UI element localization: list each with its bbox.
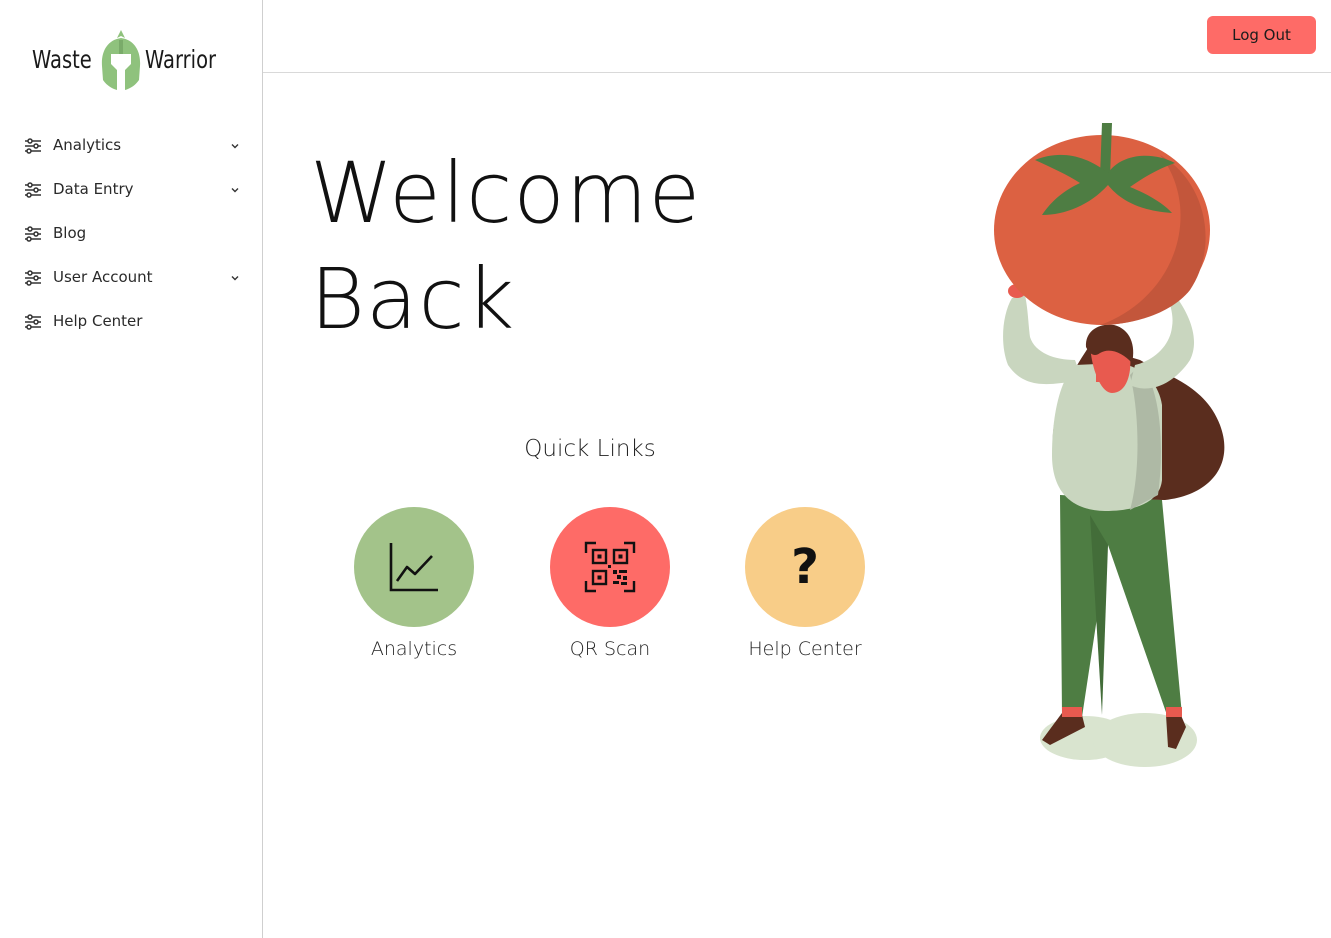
chevron-down-icon[interactable] [230, 185, 240, 195]
sidebar-item-label: Analytics [53, 136, 122, 154]
chevron-down-icon[interactable] [230, 273, 240, 283]
quick-link-label: QR Scan [569, 638, 651, 660]
sliders-icon [25, 182, 41, 198]
sliders-icon [25, 314, 41, 330]
sidebar: Waste Warrior Analytics Data Entry Blog … [0, 0, 263, 938]
brand-logo[interactable]: Waste Warrior [32, 30, 232, 94]
quick-link-analytics[interactable]: Analytics [334, 507, 494, 660]
sliders-icon [25, 270, 41, 286]
top-header: Log Out [263, 0, 1331, 73]
quick-links-title: Quick Links [524, 436, 656, 462]
app-root: Waste Warrior Analytics Data Entry Blog … [0, 0, 1331, 938]
sidebar-nav: Analytics Data Entry Blog User Account H… [0, 124, 262, 344]
line-chart-icon [389, 543, 438, 592]
quick-link-label: Help Center [748, 638, 862, 660]
sliders-icon [25, 226, 41, 242]
sidebar-item-label: Blog [53, 224, 87, 242]
woman-carrying-tomato-illustration [994, 123, 1225, 767]
quick-link-qr-scan-button[interactable] [550, 507, 670, 627]
sliders-icon [25, 138, 41, 154]
quick-link-help-center-button[interactable]: ? [745, 507, 865, 627]
quick-link-label: Analytics [370, 638, 458, 660]
logout-button[interactable]: Log Out [1207, 16, 1316, 54]
brand-name-left: Waste [32, 45, 92, 74]
welcome-line-2: Back [310, 250, 516, 348]
sidebar-item-blog[interactable]: Blog [0, 212, 262, 256]
brand-name-right: Warrior [145, 45, 217, 74]
qr-code-icon [584, 541, 636, 593]
sidebar-item-label: Help Center [53, 312, 143, 330]
sidebar-item-help-center[interactable]: Help Center [0, 300, 262, 344]
sidebar-item-analytics[interactable]: Analytics [0, 124, 262, 168]
chevron-down-icon[interactable] [230, 141, 240, 151]
quick-link-help-center[interactable]: ? Help Center [725, 507, 885, 660]
sidebar-item-user-account[interactable]: User Account [0, 256, 262, 300]
quick-link-qr-scan[interactable]: QR Scan [530, 507, 690, 660]
welcome-line-1: Welcome [310, 144, 702, 242]
quick-link-analytics-button[interactable] [354, 507, 474, 627]
spartan-helmet-icon [101, 30, 141, 90]
sidebar-item-label: User Account [53, 268, 153, 286]
question-mark-icon: ? [791, 539, 819, 595]
sidebar-item-data-entry[interactable]: Data Entry [0, 168, 262, 212]
welcome-heading: Welcome Back [310, 140, 701, 352]
sidebar-item-label: Data Entry [53, 180, 134, 198]
